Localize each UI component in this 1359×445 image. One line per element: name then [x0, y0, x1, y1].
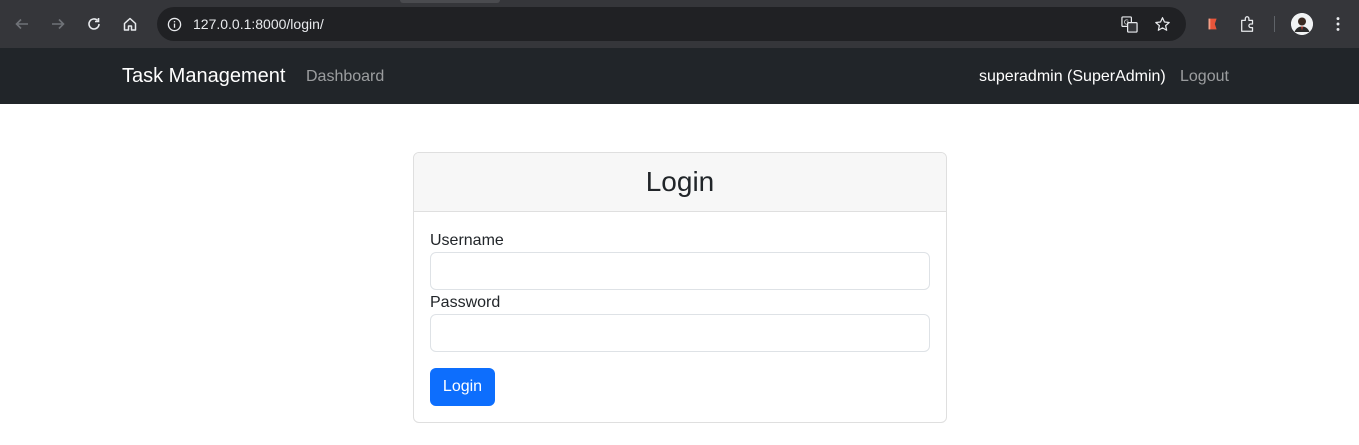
- login-card: Login Username Password Login: [413, 152, 947, 423]
- forward-icon: [52, 18, 65, 30]
- home-icon: [123, 17, 137, 31]
- app-navbar: Task Management Dashboard superadmin (Su…: [0, 48, 1359, 104]
- avatar[interactable]: [1291, 13, 1313, 35]
- page-title: Login: [645, 166, 715, 197]
- extension-icon[interactable]: [1203, 14, 1223, 34]
- password-field[interactable]: [430, 314, 930, 352]
- nav-link-dashboard[interactable]: Dashboard: [306, 68, 384, 86]
- reload-button[interactable]: [80, 10, 108, 38]
- brand-link[interactable]: Task Management: [122, 65, 285, 88]
- reload-icon: [88, 18, 100, 30]
- info-icon[interactable]: [165, 15, 183, 33]
- login-button[interactable]: Login: [430, 368, 495, 406]
- tab-indicator: [400, 0, 500, 3]
- url-text[interactable]: 127.0.0.1:8000/login/: [193, 16, 324, 32]
- card-header: Login: [414, 153, 946, 212]
- back-icon: [15, 18, 28, 30]
- nav-link-logout[interactable]: Logout: [1180, 68, 1229, 86]
- current-user: superadmin (SuperAdmin): [979, 68, 1166, 85]
- more-icon[interactable]: [1328, 14, 1348, 34]
- address-bar[interactable]: 127.0.0.1:8000/login/ G: [157, 7, 1186, 41]
- toolbar-divider: [1274, 16, 1275, 32]
- star-icon[interactable]: [1153, 15, 1171, 33]
- puzzle-icon[interactable]: [1238, 14, 1258, 34]
- password-label: Password: [430, 294, 501, 311]
- back-button[interactable]: [8, 10, 36, 38]
- svg-text:G: G: [1123, 18, 1128, 26]
- translate-icon[interactable]: G: [1120, 15, 1138, 33]
- browser-toolbar: 127.0.0.1:8000/login/ G: [0, 0, 1359, 48]
- home-button[interactable]: [116, 10, 144, 38]
- username-label: Username: [430, 232, 504, 249]
- username-field[interactable]: [430, 252, 930, 290]
- forward-button[interactable]: [44, 10, 72, 38]
